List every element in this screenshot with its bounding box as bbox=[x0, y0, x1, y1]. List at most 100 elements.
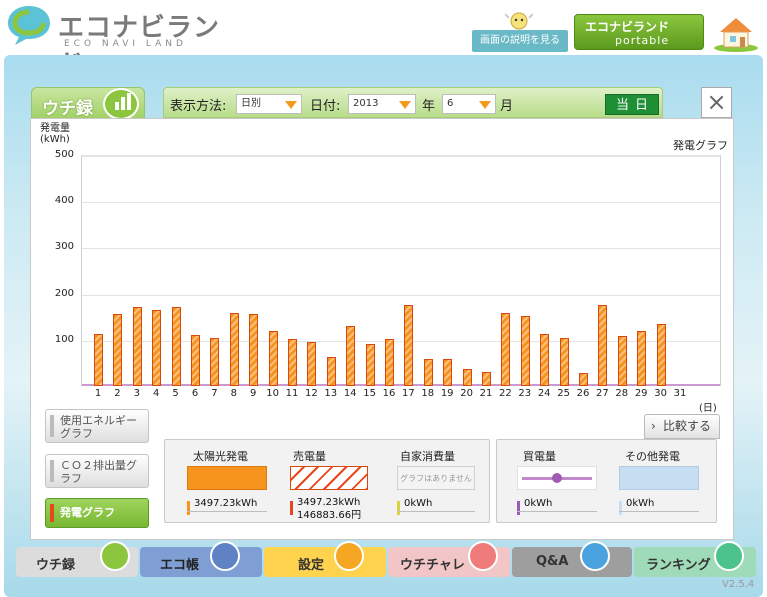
bar-day-1[interactable] bbox=[94, 334, 103, 386]
nav-uchichare[interactable]: ウチチャレ bbox=[388, 541, 510, 577]
bar-day-5[interactable] bbox=[171, 307, 181, 386]
chevron-down-icon bbox=[479, 101, 491, 109]
button-marker bbox=[50, 504, 54, 522]
bar-day-11[interactable] bbox=[288, 338, 297, 386]
bar-day-2[interactable] bbox=[113, 314, 123, 386]
underline bbox=[187, 511, 267, 512]
bar-day-6[interactable] bbox=[191, 334, 200, 386]
energy-usage-graph-button[interactable]: 使用エネルギーグラフ bbox=[45, 409, 149, 443]
other-generation-swatch bbox=[619, 466, 699, 490]
x-tick-label: 23 bbox=[518, 388, 532, 399]
bar-day-9[interactable] bbox=[249, 313, 259, 386]
close-button[interactable]: × bbox=[701, 87, 732, 118]
x-tick-label: 19 bbox=[440, 388, 454, 399]
bar-day-30[interactable] bbox=[656, 324, 666, 386]
nav-label: 設定 bbox=[298, 558, 325, 573]
x-tick-label: 21 bbox=[479, 388, 493, 399]
bar-day-12[interactable] bbox=[307, 342, 317, 386]
x-tick-label: 28 bbox=[615, 388, 629, 399]
legend-box-other: 買電量 0kWh その他発電 0kWh bbox=[496, 439, 717, 523]
bar-day-13[interactable] bbox=[326, 357, 336, 386]
x-tick-label: 12 bbox=[305, 388, 318, 399]
solar-title: 太陽光発電 bbox=[193, 450, 248, 463]
x-tick-label: 5 bbox=[172, 388, 179, 399]
bar-day-14[interactable] bbox=[346, 326, 356, 386]
x-tick-label: 15 bbox=[363, 388, 376, 399]
nav-label: エコ帳 bbox=[160, 558, 200, 573]
nav-ranking[interactable]: ランキング bbox=[634, 541, 756, 577]
x-tick-label: 16 bbox=[382, 388, 396, 399]
home-icon[interactable] bbox=[712, 12, 760, 52]
bar-day-26[interactable] bbox=[579, 372, 588, 386]
generation-graph-button[interactable]: 発電グラフ bbox=[45, 498, 149, 528]
bar-day-23[interactable] bbox=[520, 316, 530, 386]
nav-label: ウチ録 bbox=[36, 558, 76, 573]
year-select[interactable]: 2013 bbox=[348, 94, 416, 114]
bar-day-21[interactable] bbox=[482, 372, 491, 386]
x-tick-label: 17 bbox=[402, 388, 415, 399]
speech-bubble-icon bbox=[8, 6, 50, 45]
nav-settings[interactable]: 設定 bbox=[264, 541, 386, 577]
bar-day-10[interactable] bbox=[268, 330, 278, 386]
flag-icon bbox=[468, 541, 498, 571]
bar-day-18[interactable] bbox=[423, 359, 433, 386]
x-tick-label: 18 bbox=[421, 388, 435, 399]
x-tick-label: 6 bbox=[191, 388, 199, 399]
bar-day-16[interactable] bbox=[385, 338, 394, 386]
chart-title: 発電グラフ bbox=[673, 139, 728, 152]
bar-day-8[interactable] bbox=[229, 313, 239, 386]
logo-subtitle: ECO NAVI LAND bbox=[64, 39, 187, 49]
bar-day-22[interactable] bbox=[501, 313, 511, 386]
bar-chart-icon bbox=[100, 541, 130, 571]
bar-day-4[interactable] bbox=[152, 309, 162, 386]
solar-value: 3497.23kWh bbox=[194, 498, 258, 509]
bar-day-28[interactable] bbox=[617, 336, 627, 386]
bar-day-15[interactable] bbox=[365, 344, 375, 386]
month-select[interactable]: 6 bbox=[442, 94, 496, 114]
nav-ecocho[interactable]: エコ帳 bbox=[140, 541, 262, 577]
display-method-select[interactable]: 日別 bbox=[236, 94, 302, 114]
x-tick-label: 27 bbox=[596, 388, 609, 399]
self-consumption-title: 自家消費量 bbox=[400, 450, 455, 463]
display-method-label: 表示方法: bbox=[170, 99, 227, 114]
x-tick-label: 22 bbox=[499, 388, 512, 399]
sold-swatch bbox=[290, 466, 368, 490]
chevron-right-icon: › bbox=[651, 419, 656, 433]
chevron-down-icon bbox=[285, 101, 297, 109]
today-button[interactable]: 当日 bbox=[605, 94, 659, 115]
nav-label: ウチチャレ bbox=[400, 558, 465, 573]
bar-day-24[interactable] bbox=[540, 333, 550, 386]
portable-button[interactable]: エコナビランド portable bbox=[574, 14, 704, 50]
control-bar: 表示方法: 日別 日付: 2013 年 6 月 当日 bbox=[163, 87, 663, 118]
bar-day-7[interactable] bbox=[210, 337, 220, 386]
question-icon bbox=[580, 541, 610, 571]
underline bbox=[397, 511, 475, 512]
bar-day-27[interactable] bbox=[598, 305, 608, 386]
gridline bbox=[82, 294, 720, 296]
nav-qa[interactable]: Q&A bbox=[512, 541, 632, 577]
chevron-down-icon bbox=[399, 101, 411, 109]
bar-day-29[interactable] bbox=[637, 330, 647, 386]
sold-marker bbox=[290, 501, 293, 515]
bought-swatch bbox=[517, 466, 597, 490]
compare-button[interactable]: › 比較する bbox=[644, 414, 720, 439]
y-tick-label: 200 bbox=[54, 287, 74, 299]
co2-emission-graph-button[interactable]: ＣＯ２排出量グラフ bbox=[45, 454, 149, 488]
sold-value: 3497.23kWh bbox=[297, 497, 361, 508]
compare-label: 比較する bbox=[663, 419, 712, 433]
portable-title: エコナビランド bbox=[585, 20, 670, 34]
crown-icon bbox=[714, 541, 744, 571]
bought-value: 0kWh bbox=[524, 498, 553, 509]
bar-day-25[interactable] bbox=[559, 338, 569, 386]
bar-day-20[interactable] bbox=[462, 368, 472, 386]
eco-navi-land-logo[interactable]: エコナビランド ECO NAVI LAND bbox=[6, 4, 246, 80]
x-tick-label: 3 bbox=[133, 388, 140, 399]
self-consumption-marker bbox=[397, 501, 400, 515]
gridline bbox=[82, 156, 720, 157]
help-button[interactable]: 画面の説明を見る bbox=[472, 30, 568, 52]
bar-day-3[interactable] bbox=[132, 306, 142, 386]
nav-uchiroku[interactable]: ウチ録 bbox=[16, 541, 138, 577]
month-unit: 月 bbox=[500, 99, 514, 114]
bar-day-17[interactable] bbox=[404, 304, 414, 386]
bar-day-19[interactable] bbox=[443, 359, 453, 386]
